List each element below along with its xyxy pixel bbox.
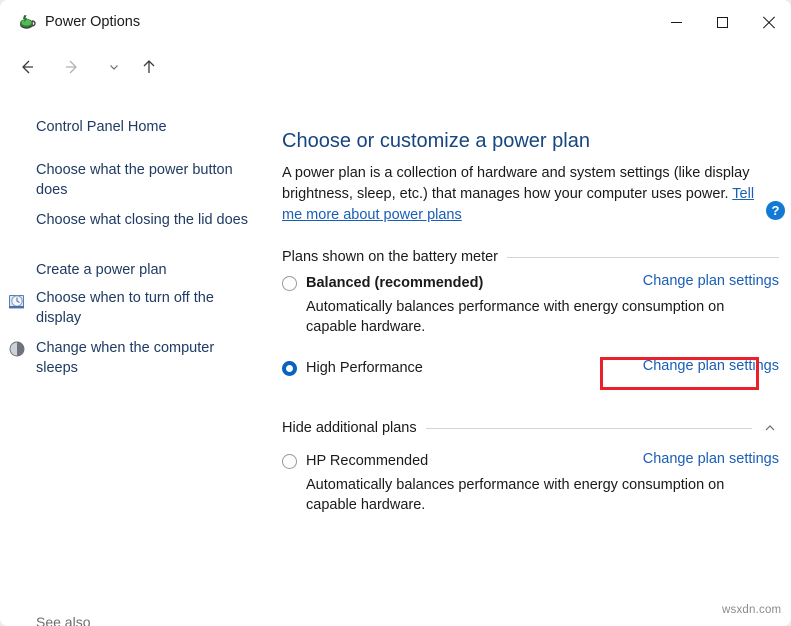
arrow-up-icon bbox=[139, 57, 159, 82]
main-panel: Choose or customize a power plan A power… bbox=[270, 95, 791, 626]
section-header-battery-meter: Plans shown on the battery meter bbox=[282, 249, 779, 265]
up-level-button[interactable] bbox=[130, 50, 168, 88]
plan-name: Balanced (recommended) bbox=[306, 275, 483, 291]
back-button[interactable] bbox=[8, 50, 46, 88]
plan-header: HP Recommended Change plan settings bbox=[282, 450, 779, 472]
help-icon[interactable]: ? bbox=[766, 201, 785, 220]
sidebar-item-label: Control Panel Home bbox=[36, 119, 167, 135]
radio-high-performance[interactable] bbox=[282, 361, 297, 376]
plan-row-high-performance[interactable]: High Performance Change plan settings bbox=[282, 357, 779, 379]
plan-name: HP Recommended bbox=[306, 453, 428, 469]
maximize-button[interactable] bbox=[699, 0, 745, 44]
sidebar-item-power-button[interactable]: Choose what the power button does bbox=[36, 160, 252, 200]
minimize-button[interactable] bbox=[653, 0, 699, 44]
see-also-label: See also bbox=[36, 614, 90, 626]
sidebar-item-turn-off-display[interactable]: Choose when to turn off the display bbox=[36, 288, 252, 328]
sidebar-item-label: Choose what closing the lid does bbox=[36, 212, 248, 228]
title-bar: Power Options bbox=[0, 0, 791, 45]
window-controls bbox=[653, 0, 791, 44]
minimize-icon bbox=[671, 22, 682, 23]
title-group: Power Options bbox=[18, 8, 140, 36]
sidebar-item-label: Choose when to turn off the display bbox=[36, 290, 214, 326]
section-divider bbox=[426, 428, 752, 429]
arrow-right-icon bbox=[62, 57, 82, 82]
page-description-text: A power plan is a collection of hardware… bbox=[282, 165, 749, 202]
display-clock-icon bbox=[8, 293, 26, 311]
sleep-moon-icon bbox=[8, 340, 26, 358]
plan-header: High Performance Change plan settings bbox=[282, 357, 779, 379]
radio-hp-recommended[interactable] bbox=[282, 454, 297, 469]
forward-button[interactable] bbox=[53, 50, 91, 88]
plan-description: Automatically balances performance with … bbox=[306, 475, 746, 515]
sidebar: Control Panel Home Choose what the power… bbox=[0, 95, 270, 626]
chevron-down-icon bbox=[107, 60, 121, 79]
power-plan-icon bbox=[18, 13, 36, 31]
navigation-bar: « Hardware a... > Power Options bbox=[0, 45, 791, 95]
change-plan-settings-link-hp-recommended[interactable]: Change plan settings bbox=[643, 451, 779, 467]
sidebar-item-label: Change when the computer sleeps bbox=[36, 340, 214, 376]
plan-name: High Performance bbox=[306, 360, 423, 376]
page-title: Choose or customize a power plan bbox=[282, 128, 590, 154]
sidebar-item-computer-sleeps[interactable]: Change when the computer sleeps bbox=[36, 338, 252, 378]
sidebar-item-create-plan[interactable]: Create a power plan bbox=[36, 260, 252, 280]
change-plan-settings-link-balanced[interactable]: Change plan settings bbox=[643, 273, 779, 289]
section-header-additional-plans[interactable]: Hide additional plans bbox=[282, 420, 779, 436]
recent-locations-button[interactable] bbox=[95, 50, 133, 88]
sidebar-item-label: Create a power plan bbox=[36, 262, 167, 278]
radio-balanced[interactable] bbox=[282, 276, 297, 291]
plan-header: Balanced (recommended) Change plan setti… bbox=[282, 272, 779, 294]
plan-row-hp-recommended[interactable]: HP Recommended Change plan settings Auto… bbox=[282, 450, 779, 515]
sidebar-item-label: Choose what the power button does bbox=[36, 162, 233, 198]
plan-row-balanced[interactable]: Balanced (recommended) Change plan setti… bbox=[282, 272, 779, 337]
sidebar-item-closing-lid[interactable]: Choose what closing the lid does bbox=[36, 210, 252, 230]
power-options-window: Power Options bbox=[0, 0, 791, 626]
plan-description: Automatically balances performance with … bbox=[306, 297, 746, 337]
page-description: A power plan is a collection of hardware… bbox=[282, 163, 778, 226]
sidebar-item-control-panel-home[interactable]: Control Panel Home bbox=[36, 117, 252, 137]
watermark: wsxdn.com bbox=[722, 604, 781, 616]
arrow-left-icon bbox=[17, 57, 37, 82]
close-button[interactable] bbox=[745, 0, 791, 44]
content-area: Control Panel Home Choose what the power… bbox=[0, 95, 791, 626]
maximize-icon bbox=[717, 17, 728, 28]
window-title: Power Options bbox=[45, 13, 140, 31]
section-title: Hide additional plans bbox=[282, 420, 417, 436]
section-title: Plans shown on the battery meter bbox=[282, 249, 498, 265]
section-divider bbox=[507, 257, 779, 258]
close-icon bbox=[762, 16, 775, 29]
chevron-up-icon[interactable] bbox=[761, 421, 779, 435]
change-plan-settings-link-high-performance[interactable]: Change plan settings bbox=[643, 358, 779, 374]
